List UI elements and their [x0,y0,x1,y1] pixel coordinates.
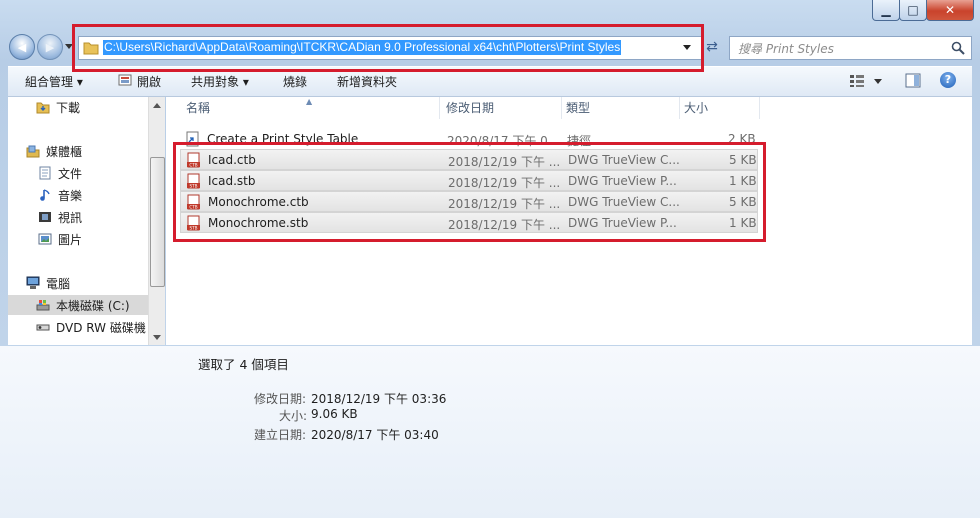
sidebar-item-pictures[interactable]: 圖片 [38,229,82,249]
refresh-icon: ⇄ [706,39,718,55]
documents-icon [39,166,51,180]
minimize-icon: ▁ [881,3,891,17]
sidebar-item-documents[interactable]: 文件 [38,163,82,183]
open-icon [118,74,132,86]
sidebar-item-label: 本機磁碟 (C:) [56,298,130,313]
modified-date-label: 修改日期: [254,392,307,406]
details-pane: 選取了 4 個項目 修改日期: 2018/12/19 下午 03:36 大小: … [0,346,980,518]
sort-ascending-icon: ▲ [306,97,313,106]
organize-menu[interactable]: 組合管理 ▾ [25,73,83,90]
share-with-menu[interactable]: 共用對象 ▾ [191,73,249,90]
column-header-date[interactable]: 修改日期 [442,97,562,119]
local-disk-icon [36,300,50,311]
scroll-thumb[interactable] [150,157,165,287]
open-button[interactable]: 開啟 [137,73,161,90]
maximize-icon: □ [907,3,919,17]
music-icon [40,189,50,201]
sidebar-item-music[interactable]: 音樂 [38,185,82,205]
video-icon [39,212,51,222]
sidebar-item-label: 媒體櫃 [46,144,83,159]
scroll-down-icon[interactable] [153,335,161,340]
preview-pane-icon[interactable] [905,73,921,88]
sidebar-item-label: 視訊 [58,210,83,225]
modified-date-value: 2018/12/19 下午 03:36 [311,392,447,406]
minimize-button[interactable]: ▁ [872,0,900,21]
help-icon: ? [944,73,952,86]
search-icon[interactable] [951,41,965,55]
sidebar-item-downloads[interactable]: 下載 [36,97,80,117]
library-icon [26,145,40,158]
sidebar-item-libraries[interactable]: 媒體櫃 [26,141,82,161]
help-button[interactable]: ? [940,72,956,88]
forward-arrow-icon: ▶ [45,40,55,54]
sidebar-item-computer[interactable]: 電腦 [26,273,70,293]
column-header-size[interactable]: 大小 [680,97,760,119]
back-button[interactable]: ◀ [9,34,35,60]
selected-files-highlight-box [173,142,766,242]
selection-count: 選取了 4 個項目 [198,357,289,372]
sidebar-item-label: 音樂 [58,188,83,203]
download-folder-icon [36,102,50,114]
search-box[interactable]: 搜尋 Print Styles [729,36,972,60]
forward-button[interactable]: ▶ [37,34,63,60]
sidebar-item-label: 電腦 [46,276,71,291]
sidebar-item-dvd-drive[interactable]: DVD RW 磁碟機 [36,317,146,337]
maximize-button[interactable]: □ [899,0,927,21]
size-label: 大小: [279,409,308,423]
refresh-button[interactable]: ⇄ [703,39,721,57]
computer-icon [26,276,40,289]
burn-button[interactable]: 燒錄 [283,73,307,90]
explorer-window: ▁ □ ✕ ◀ ▶ C:\Users\Richard\AppData\Roami… [0,0,980,518]
sidebar-item-label: DVD RW 磁碟機 [56,320,146,335]
scroll-up-icon[interactable] [153,103,161,108]
created-date-label: 建立日期: [254,428,307,442]
size-value: 9.06 KB [311,407,358,421]
new-folder-button[interactable]: 新增資料夾 [337,73,397,90]
dvd-drive-icon [36,324,50,331]
address-highlight-box [72,24,704,72]
close-button[interactable]: ✕ [926,0,974,21]
search-input[interactable]: 搜尋 Print Styles [738,40,834,57]
close-icon: ✕ [944,3,956,17]
sidebar-item-label: 文件 [58,166,83,181]
view-dropdown-icon[interactable] [874,79,882,84]
column-header-type[interactable]: 類型 [562,97,680,119]
sidebar-item-label: 下載 [56,100,81,115]
sidebar-item-videos[interactable]: 視訊 [38,207,82,227]
sidebar-item-local-disk[interactable]: 本機磁碟 (C:) [8,295,148,315]
pictures-icon [38,233,52,245]
created-date-value: 2020/8/17 下午 03:40 [311,428,439,442]
back-arrow-icon: ◀ [17,40,27,54]
sidebar-item-label: 圖片 [58,232,83,247]
view-options-icon[interactable] [849,74,865,88]
navigation-pane: 下載 媒體櫃 文件 音樂 視訊 圖片 電腦 本機磁碟 (C:) DVD RW 磁… [8,97,165,345]
navigation-scrollbar[interactable] [148,97,165,345]
